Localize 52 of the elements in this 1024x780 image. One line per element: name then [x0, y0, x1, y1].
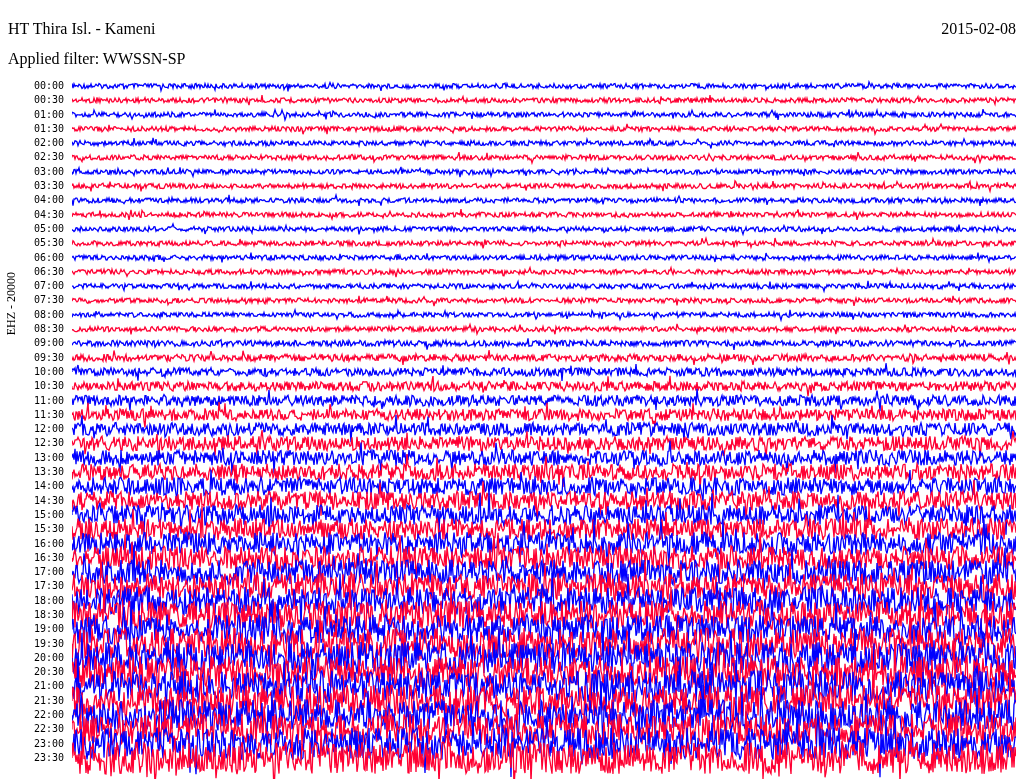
time-label: 05:00 — [33, 221, 64, 236]
time-label: 18:00 — [33, 593, 64, 608]
time-label: 09:30 — [33, 350, 64, 365]
date-label: 2015-02-08 — [941, 20, 1016, 39]
time-label: 20:00 — [33, 650, 64, 665]
time-label: 01:00 — [33, 107, 64, 122]
axis-label: EHZ - 20000 — [3, 272, 19, 336]
filter-label: Applied filter: WWSSN-SP — [7, 49, 187, 70]
time-label: 15:00 — [33, 507, 64, 522]
time-label: 11:30 — [33, 407, 64, 422]
time-label: 16:30 — [33, 550, 64, 565]
time-label: 21:00 — [33, 679, 64, 694]
time-label: 22:30 — [33, 722, 64, 737]
time-label: 06:00 — [33, 250, 64, 265]
time-label: 14:00 — [33, 479, 64, 494]
time-label: 13:00 — [33, 450, 64, 465]
time-label: 23:00 — [33, 736, 64, 751]
time-label: 19:00 — [33, 622, 64, 637]
time-label: 09:00 — [33, 336, 64, 351]
time-label: 07:30 — [33, 293, 64, 308]
time-label: 06:30 — [33, 264, 64, 279]
time-label: 00:30 — [33, 93, 64, 108]
time-label: 00:00 — [33, 79, 64, 93]
time-label: 20:30 — [33, 665, 64, 680]
time-label: 23:30 — [33, 750, 64, 765]
time-label: 08:00 — [33, 307, 64, 322]
time-label: 18:30 — [33, 608, 64, 622]
time-label: 12:30 — [33, 436, 64, 451]
time-label: 08:30 — [33, 322, 64, 337]
time-label: 04:00 — [33, 193, 64, 208]
time-label: 04:30 — [33, 207, 64, 222]
time-label: 17:30 — [33, 579, 64, 594]
time-label: 10:30 — [33, 379, 64, 394]
time-label: 13:30 — [33, 465, 64, 479]
time-label: 03:00 — [33, 164, 64, 179]
time-label: 22:00 — [33, 708, 64, 723]
time-label: 12:00 — [33, 422, 64, 437]
time-label: 16:00 — [33, 536, 64, 551]
time-label: 07:00 — [33, 279, 64, 294]
time-label: 01:30 — [33, 121, 64, 136]
time-label: 03:30 — [33, 179, 64, 194]
time-label: 14:30 — [33, 493, 64, 508]
time-label: 15:30 — [33, 522, 64, 537]
time-label: 17:00 — [33, 565, 64, 580]
time-label: 10:00 — [33, 364, 64, 379]
time-label: 11:00 — [33, 393, 64, 408]
station-title: HT Thira Isl. - Kameni — [8, 20, 156, 39]
time-label: 19:30 — [33, 636, 64, 651]
time-label: 02:00 — [33, 136, 64, 151]
time-label: 05:30 — [33, 236, 64, 251]
time-label: 02:30 — [33, 150, 64, 165]
time-label: 21:30 — [33, 693, 64, 708]
